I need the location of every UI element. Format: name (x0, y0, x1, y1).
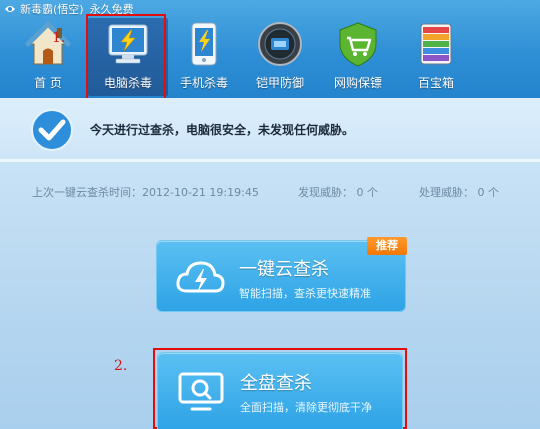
nav-label-toolbox: 百宝箱 (417, 76, 454, 90)
cloud-scan-button[interactable]: 一键云查杀 智能扫描，查杀更快速精准 推荐 (156, 237, 407, 312)
cloud-scan-title: 一键云查杀 (239, 259, 329, 280)
shopping-guard-icon (339, 22, 377, 67)
recommend-badge: 推荐 (367, 237, 407, 255)
monitor-scan-icon (178, 372, 224, 411)
nav-item-toolbox[interactable]: 百宝箱 (396, 18, 476, 96)
nav-item-shopping-guard[interactable]: 网购保镖 (318, 18, 398, 96)
app-logo-icon (5, 6, 15, 12)
nav-label-armor-defense: 铠甲防御 (255, 76, 304, 90)
toolbox-icon (420, 23, 452, 65)
threats-handled: 处理威胁： 0 个 (419, 186, 499, 199)
full-scan-subtitle: 全面扫描，清除更彻底干净 (240, 401, 372, 414)
full-scan-button[interactable]: 全盘查杀 全面扫描，清除更彻底干净 (157, 352, 403, 429)
annotation-step-2: 2. (114, 358, 128, 374)
phone-antivirus-icon (191, 22, 217, 66)
full-scan-title: 全盘查杀 (240, 373, 312, 394)
last-scan-time: 上次一键云查杀时间：2012-10-21 19:19:45 (32, 186, 259, 199)
nav-label-shopping-guard: 网购保镖 (333, 76, 382, 90)
main-panel: 上次一键云查杀时间：2012-10-21 19:19:45 发现威胁： 0 个 … (0, 162, 540, 429)
nav-item-armor-defense[interactable]: 铠甲防御 (240, 18, 320, 96)
cloud-scan-subtitle: 智能扫描，查杀更快速精准 (239, 287, 371, 300)
main-nav: 首 页 电脑杀毒 手机杀毒 铠甲防御 网购保镖 百宝箱 (0, 18, 540, 96)
nav-label-phone-antivirus: 手机杀毒 (179, 76, 228, 90)
safe-check-icon (31, 109, 73, 151)
status-message: 今天进行过查杀，电脑很安全，未发现任何威胁。 (90, 123, 355, 137)
nav-label-home: 首 页 (34, 76, 62, 90)
annotation-step-1: 1. (52, 30, 66, 46)
annotation-box-1 (86, 14, 166, 100)
nav-item-home[interactable]: 首 页 (8, 18, 88, 96)
threats-found: 发现威胁： 0 个 (298, 186, 378, 199)
header: 新毒霸(悟空) 永久免费 首 页 电脑杀毒 手机杀毒 铠甲防御 网购保镖 百宝箱… (0, 0, 540, 100)
nav-item-phone-antivirus[interactable]: 手机杀毒 (164, 18, 244, 96)
armor-defense-icon (258, 22, 302, 66)
status-bar: 今天进行过查杀，电脑很安全，未发现任何威胁。 (0, 98, 540, 160)
app-title: 新毒霸(悟空) (20, 3, 84, 16)
cloud-lightning-icon (176, 261, 225, 293)
